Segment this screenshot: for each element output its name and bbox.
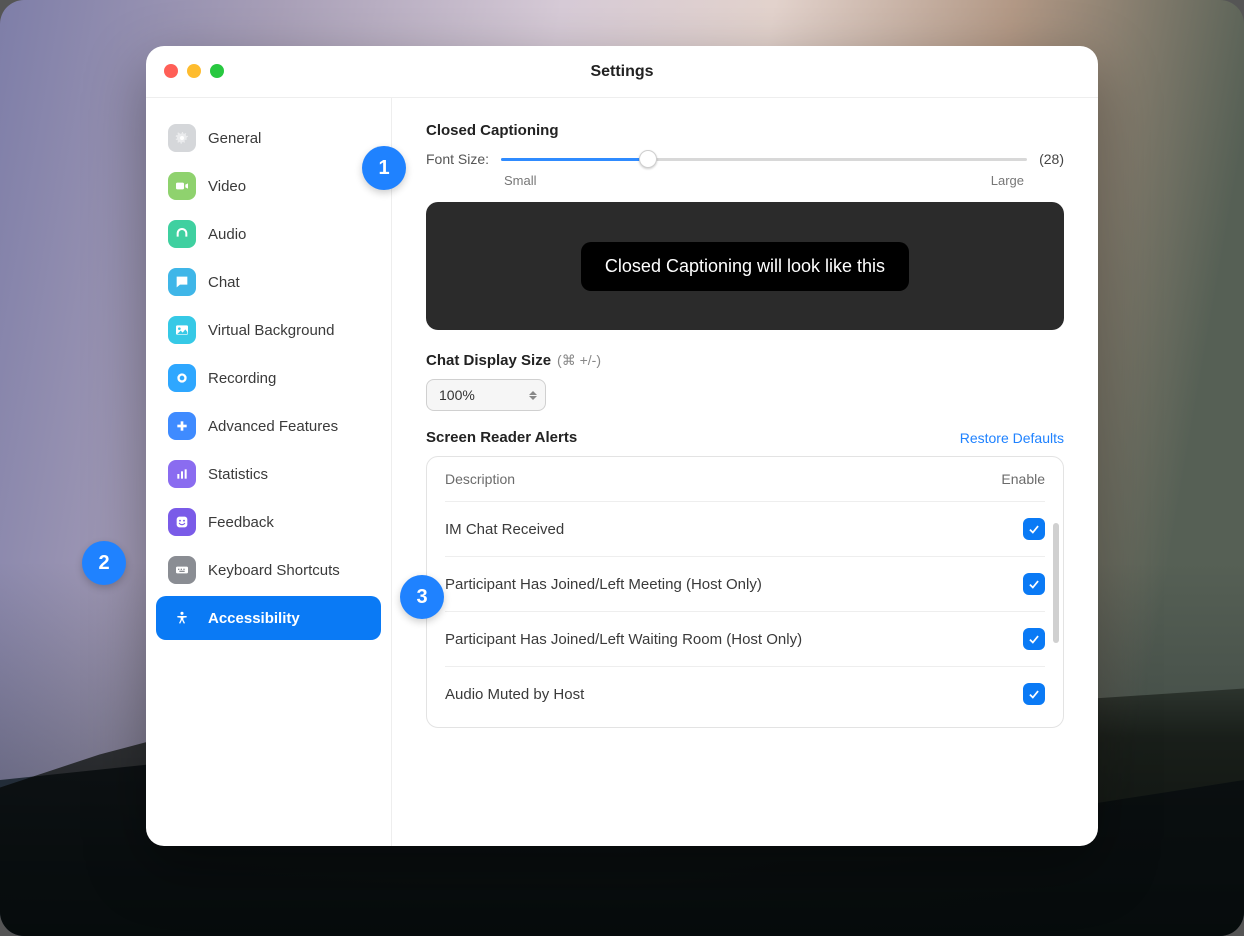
chat-display-size-value: 100% [439,387,475,403]
sidebar-item-label: General [208,130,261,147]
font-size-label: Font Size: [426,151,489,167]
enable-alert-checkbox[interactable] [1023,518,1045,540]
sidebar-item-label: Keyboard Shortcuts [208,562,340,579]
sidebar-item-video[interactable]: Video [156,164,381,208]
alert-row: IM Chat Received [445,501,1045,556]
closed-captioning-title: Closed Captioning [426,122,1064,139]
window-titlebar: Settings [146,46,1098,98]
font-size-min-label: Small [504,173,537,188]
alert-description: Participant Has Joined/Left Meeting (Hos… [445,576,1023,593]
alert-row: Participant Has Joined/Left Meeting (Hos… [445,556,1045,611]
sidebar-item-accessibility[interactable]: Accessibility [156,596,381,640]
chat-display-size-hint: (⌘ +/-) [557,352,601,369]
keyboard-icon [168,556,196,584]
sidebar-item-virtual-bg[interactable]: Virtual Background [156,308,381,352]
chat-icon [168,268,196,296]
plus-icon [168,412,196,440]
sidebar-item-chat[interactable]: Chat [156,260,381,304]
sidebar-item-general[interactable]: General [156,116,381,160]
sidebar-item-label: Statistics [208,466,268,483]
settings-content: Closed Captioning Font Size: (28) Small … [392,98,1098,846]
enable-alert-checkbox[interactable] [1023,683,1045,705]
minimize-window-button[interactable] [187,64,201,78]
sidebar-item-label: Audio [208,226,246,243]
font-size-max-label: Large [991,173,1024,188]
sidebar-item-label: Feedback [208,514,274,531]
stepper-chevrons-icon [529,391,537,400]
video-icon [168,172,196,200]
settings-window: Settings General Video Audio Chat Virtual Ba… [146,46,1098,846]
alerts-scrollbar[interactable] [1053,523,1059,643]
restore-defaults-link[interactable]: Restore Defaults [960,430,1064,446]
sidebar-item-advanced[interactable]: Advanced Features [156,404,381,448]
close-window-button[interactable] [164,64,178,78]
screen-reader-alerts-table: Description Enable IM Chat Received Parti… [426,456,1064,728]
alerts-column-enable: Enable [975,471,1045,487]
headset-icon [168,220,196,248]
sidebar-item-keyboard[interactable]: Keyboard Shortcuts [156,548,381,592]
alert-description: Participant Has Joined/Left Waiting Room… [445,631,1023,648]
image-icon [168,316,196,344]
sidebar-item-feedback[interactable]: Feedback [156,500,381,544]
annotation-badge-3: 3 [400,575,444,619]
caption-preview-text: Closed Captioning will look like this [581,242,909,291]
sidebar-item-label: Advanced Features [208,418,338,435]
sidebar-item-label: Recording [208,370,276,387]
sidebar-item-statistics[interactable]: Statistics [156,452,381,496]
smile-icon [168,508,196,536]
record-icon [168,364,196,392]
bars-icon [168,460,196,488]
sidebar-item-label: Chat [208,274,240,291]
window-title: Settings [590,63,653,81]
alerts-column-description: Description [445,471,975,487]
alert-row: Participant Has Joined/Left Waiting Room… [445,611,1045,666]
enable-alert-checkbox[interactable] [1023,573,1045,595]
chat-display-size-title: Chat Display Size [426,352,551,369]
enable-alert-checkbox[interactable] [1023,628,1045,650]
accessibility-icon [168,604,196,632]
annotation-badge-1: 1 [362,146,406,190]
alert-row: Audio Muted by Host [445,666,1045,721]
alert-description: IM Chat Received [445,521,1023,538]
sidebar-item-label: Video [208,178,246,195]
sidebar-item-label: Virtual Background [208,322,334,339]
screen-reader-alerts-title: Screen Reader Alerts [426,429,577,446]
zoom-window-button[interactable] [210,64,224,78]
window-controls [164,64,224,78]
sidebar-item-audio[interactable]: Audio [156,212,381,256]
font-size-value: (28) [1039,151,1064,167]
gear-icon [168,124,196,152]
sidebar-item-label: Accessibility [208,610,300,627]
sidebar-item-recording[interactable]: Recording [156,356,381,400]
alert-description: Audio Muted by Host [445,686,1023,703]
caption-preview-area: Closed Captioning will look like this [426,202,1064,330]
annotation-badge-2: 2 [82,541,126,585]
font-size-slider[interactable] [501,149,1027,169]
chat-display-size-dropdown[interactable]: 100% [426,379,546,411]
settings-sidebar: General Video Audio Chat Virtual Background R… [146,98,392,846]
